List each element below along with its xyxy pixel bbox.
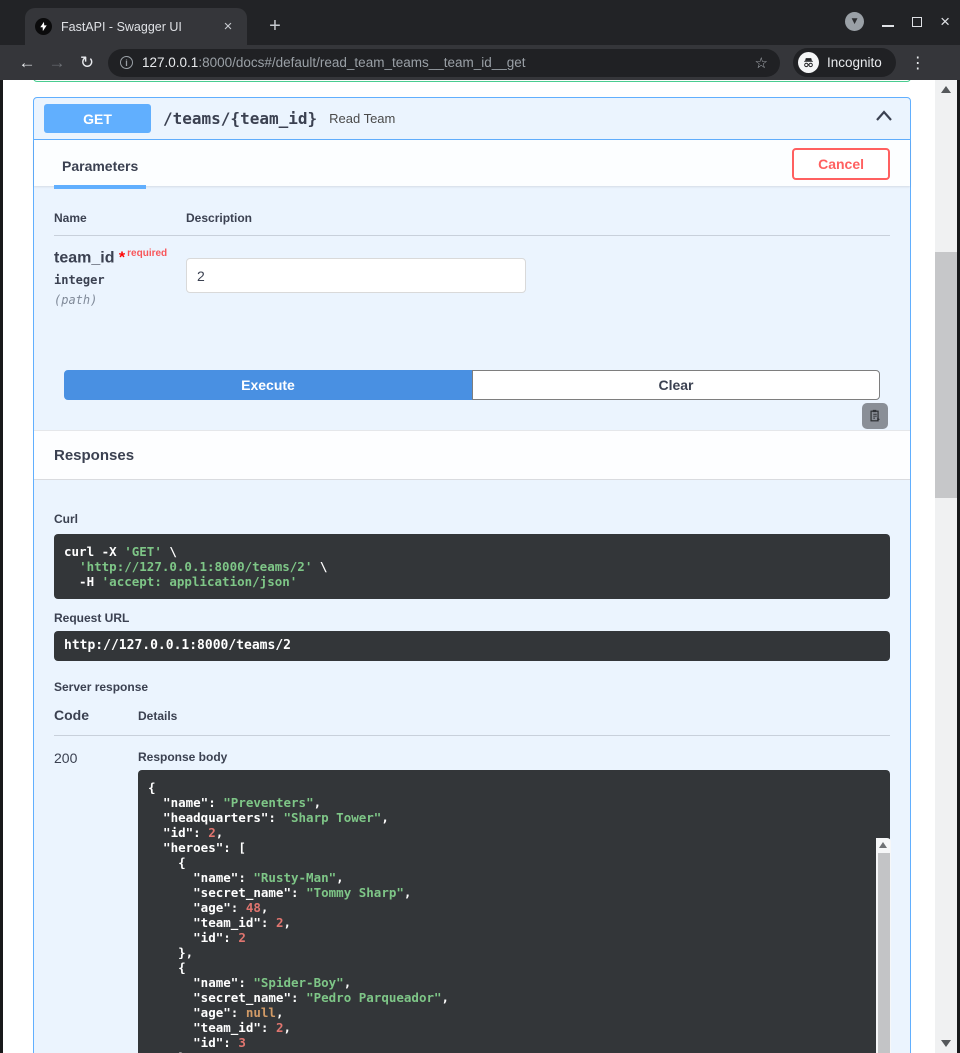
team-id-input[interactable]: [186, 258, 526, 293]
url-host: 127.0.0.1: [142, 55, 198, 70]
incognito-icon: [798, 52, 819, 73]
get-teams-opblock: GET /teams/{team_id} Read Team Parameter…: [33, 97, 911, 1053]
window-close-button[interactable]: ×: [940, 13, 950, 30]
copy-to-clipboard-button[interactable]: [862, 403, 888, 429]
url-text: 127.0.0.1:8000/docs#/default/read_team_t…: [142, 55, 749, 70]
incognito-label: Incognito: [827, 55, 882, 70]
new-tab-button[interactable]: +: [262, 13, 288, 39]
collapse-chevron-icon[interactable]: [874, 108, 894, 129]
request-url-label: Request URL: [54, 611, 890, 625]
column-header-name: Name: [54, 211, 186, 225]
status-code: 200: [54, 750, 138, 1053]
forward-button[interactable]: →: [42, 53, 72, 73]
incognito-badge: Incognito: [793, 48, 896, 77]
site-info-icon[interactable]: i: [120, 56, 133, 69]
server-response-label: Server response: [54, 680, 890, 694]
parameter-row: team_id *required integer (path): [54, 236, 890, 307]
page-viewport: GET /teams/{team_id} Read Team Parameter…: [3, 80, 935, 1053]
http-method-badge: GET: [44, 104, 151, 133]
response-scrollbar-thumb[interactable]: [878, 853, 890, 1053]
browser-update-chevron-icon[interactable]: ▼: [845, 12, 864, 31]
responses-title: Responses: [54, 447, 890, 464]
window-minimize-button[interactable]: [882, 25, 894, 27]
parameters-table: Name Description team_id *required integ…: [34, 186, 910, 307]
parameters-section-header: Parameters Cancel: [34, 140, 910, 186]
bookmark-star-icon[interactable]: ☆: [755, 54, 768, 72]
curl-label: Curl: [54, 512, 890, 526]
parameter-type: integer: [54, 273, 186, 287]
page-scrollbar[interactable]: [935, 80, 957, 1053]
response-row: 200 Response body { "name": "Preventers"…: [54, 750, 890, 1053]
parameter-location: (path): [54, 293, 186, 307]
response-body-scrollbar[interactable]: [876, 838, 891, 1053]
browser-menu-icon[interactable]: ⋮: [908, 53, 928, 73]
column-header-description: Description: [186, 211, 252, 225]
required-label: required: [127, 248, 167, 259]
browser-tabstrip: FastAPI - Swagger UI × + ▼ ×: [0, 0, 960, 45]
column-header-details: Details: [138, 707, 177, 723]
reload-button[interactable]: ↻: [72, 53, 102, 73]
scroll-up-icon[interactable]: [879, 842, 887, 848]
curl-code-block: curl -X 'GET' \ 'http://127.0.0.1:8000/t…: [54, 534, 890, 599]
url-bar[interactable]: i 127.0.0.1:8000/docs#/default/read_team…: [108, 49, 780, 77]
endpoint-path: /teams/{team_id}: [163, 109, 317, 128]
tab-parameters[interactable]: Parameters: [54, 158, 146, 189]
browser-toolbar: ← → ↻ i 127.0.0.1:8000/docs#/default/rea…: [0, 45, 960, 80]
back-button[interactable]: ←: [12, 53, 42, 73]
response-body-label: Response body: [138, 750, 890, 764]
previous-endpoint-edge: [33, 80, 911, 82]
cancel-button[interactable]: Cancel: [792, 148, 890, 180]
opblock-summary[interactable]: GET /teams/{team_id} Read Team: [34, 98, 910, 140]
responses-section-header: Responses: [34, 430, 910, 480]
page-scrollbar-thumb[interactable]: [935, 252, 957, 498]
window-maximize-button[interactable]: [912, 17, 922, 27]
execute-button[interactable]: Execute: [64, 370, 472, 400]
responses-body: Curl curl -X 'GET' \ 'http://127.0.0.1:8…: [34, 480, 910, 1053]
endpoint-summary: Read Team: [329, 111, 395, 126]
page-scroll-down-icon[interactable]: [941, 1040, 951, 1047]
url-path: :8000/docs#/default/read_team_teams__tea…: [198, 55, 525, 70]
page-scroll-up-icon[interactable]: [941, 86, 951, 93]
parameter-name: team_id *required: [54, 248, 186, 267]
required-asterisk: *: [119, 249, 125, 266]
column-header-code: Code: [54, 707, 138, 723]
tab-title: FastAPI - Swagger UI: [61, 20, 219, 34]
response-body-code-block: { "name": "Preventers", "headquarters": …: [138, 770, 890, 1053]
clear-button[interactable]: Clear: [472, 370, 880, 400]
tab-close-icon[interactable]: ×: [219, 18, 237, 36]
browser-tab[interactable]: FastAPI - Swagger UI ×: [25, 8, 247, 45]
fastapi-favicon-icon: [35, 18, 52, 35]
request-url-value: http://127.0.0.1:8000/teams/2: [54, 631, 890, 661]
